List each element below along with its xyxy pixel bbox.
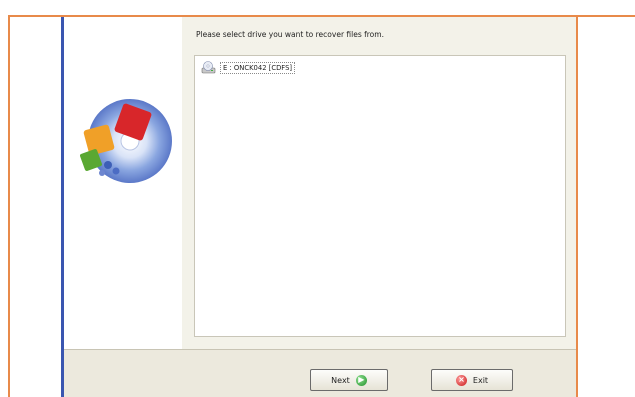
wizard-button-bar: Next ▶ × Exit [64, 349, 576, 397]
frame-border-left [8, 15, 10, 397]
recovery-wizard-window: Please select drive you want to recover … [61, 17, 576, 397]
exit-button[interactable]: × Exit [431, 369, 513, 391]
next-arrow-icon: ▶ [355, 374, 367, 386]
cd-logo-icon [78, 87, 178, 187]
next-button[interactable]: Next ▶ [310, 369, 388, 391]
frame-border-right [576, 15, 578, 397]
cd-drive-icon [201, 61, 217, 75]
drive-label: E : ONCK042 [CDFS] [220, 62, 296, 74]
instruction-text: Please select drive you want to recover … [196, 30, 384, 39]
next-button-label: Next [331, 375, 350, 385]
wizard-sidebar [64, 17, 183, 349]
wizard-content: Please select drive you want to recover … [182, 17, 576, 349]
screenshot-page: Please select drive you want to recover … [0, 0, 635, 397]
exit-x-icon: × [455, 374, 467, 386]
list-item-drive-e[interactable]: E : ONCK042 [CDFS] [201, 60, 296, 76]
drive-list[interactable]: E : ONCK042 [CDFS] [194, 55, 566, 337]
exit-button-label: Exit [472, 375, 489, 385]
